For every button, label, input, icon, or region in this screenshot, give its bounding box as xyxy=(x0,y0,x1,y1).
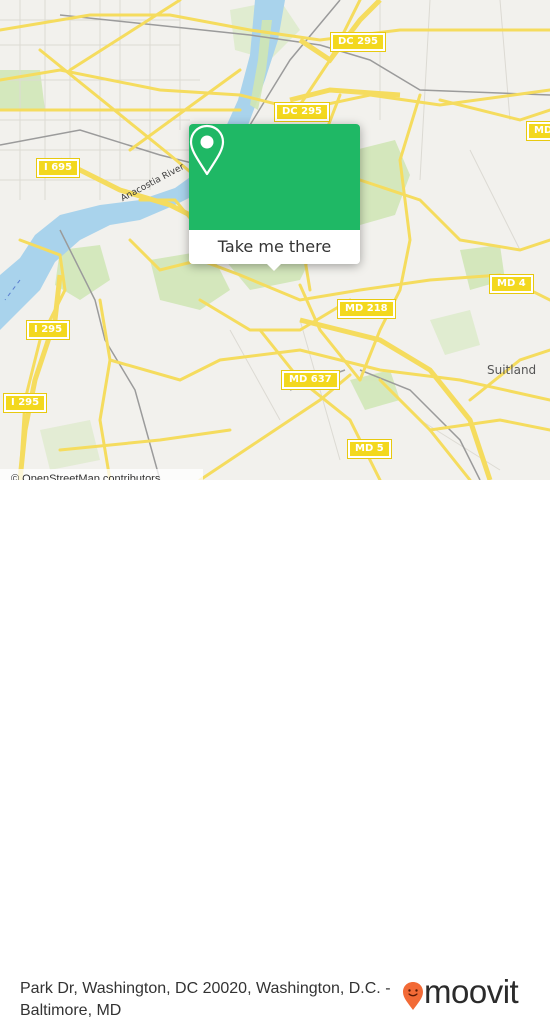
highway-shield-md637: MD 637 xyxy=(281,370,340,390)
moovit-pin-icon xyxy=(403,982,423,1010)
footer: Park Dr, Washington, DC 20020, Washingto… xyxy=(0,480,550,1019)
highway-shield-md4: MD 4 xyxy=(489,274,534,294)
address-text: Park Dr, Washington, DC 20020, Washingto… xyxy=(20,980,391,1019)
location-popup: Take me there xyxy=(189,124,360,271)
map-view[interactable]: DC 295 DC 295 MD I 695 I 295 I 295 MD 4 … xyxy=(0,0,550,480)
map-attribution[interactable]: © OpenStreetMap contributors xyxy=(0,469,203,480)
moovit-logo-text: moovit xyxy=(424,973,519,1010)
popup-pointer xyxy=(266,263,282,271)
highway-shield-md5: MD 5 xyxy=(347,439,392,459)
highway-shield-dc295: DC 295 xyxy=(274,102,330,122)
highway-shield-md218: MD 218 xyxy=(337,299,396,319)
highway-shield-md: MD xyxy=(525,121,550,141)
highway-shield-i295: I 295 xyxy=(25,320,71,340)
place-label-suitland: Suitland xyxy=(487,363,537,377)
highway-shield-i295: I 295 xyxy=(2,393,48,413)
highway-shield-dc295: DC 295 xyxy=(330,32,386,52)
moovit-logo[interactable]: moovit xyxy=(402,973,542,1017)
take-me-there-button[interactable]: Take me there xyxy=(189,230,360,264)
popup-header xyxy=(189,124,360,230)
highway-shield-i695: I 695 xyxy=(35,158,81,178)
map-pin-icon xyxy=(189,124,225,176)
